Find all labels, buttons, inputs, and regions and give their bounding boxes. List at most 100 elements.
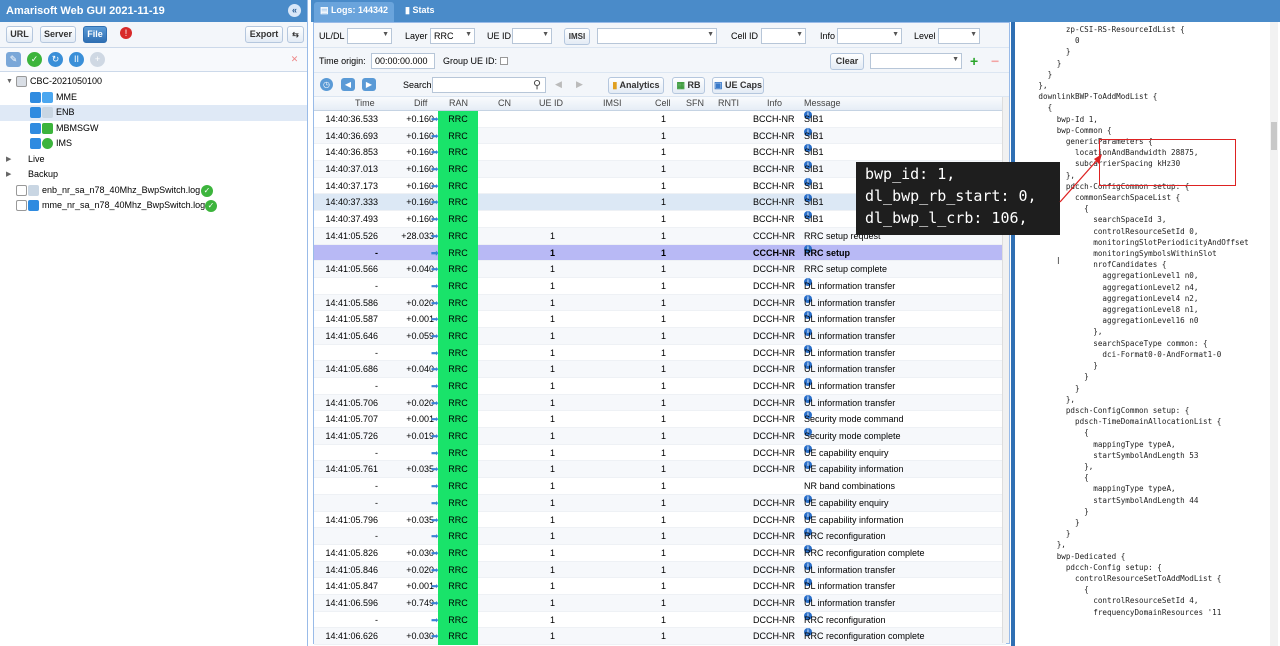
add-icon[interactable]: + [90, 52, 105, 67]
tab-logs[interactable]: ▤ Logs: 144342 [314, 2, 395, 22]
delete-icon[interactable]: ✕ [287, 52, 302, 67]
export-options-icon[interactable]: ⇆ [287, 26, 304, 43]
tree-node-enb[interactable]: ENB [0, 105, 307, 121]
table-row[interactable]: 14:40:36.533 +0.160 ➡ RRC 1 BCCH-NR i SIB1 [314, 111, 1006, 128]
expand-arrow-icon[interactable]: ▼ [6, 74, 13, 89]
table-row[interactable]: - ➡ RRC 1 1 DCCH-NR i RRC reconfiguration [314, 528, 1006, 545]
table-row[interactable]: 14:41:05.726 +0.019 ➡ RRC 1 1 DCCH-NR i Security… [314, 428, 1006, 445]
table-row[interactable]: 14:41:05.846 +0.020 ➡ RRC 1 1 DCCH-NR i UL infor… [314, 561, 1006, 579]
table-row[interactable]: - ➡ RRC 1 1 DCCH-NR i UE capability enquiry [314, 494, 1006, 512]
cell-info: CCCH-NR [753, 247, 795, 258]
analytics-button[interactable]: ▮ Analytics [608, 77, 664, 94]
expand-arrow-icon[interactable]: ▶ [6, 167, 11, 182]
uecaps-button[interactable]: ▣ UE Caps [712, 77, 764, 94]
table-row[interactable]: 14:41:05.826 +0.030 ➡ RRC 1 1 DCCH-NR i RRC reco… [314, 544, 1006, 562]
next-icon[interactable]: ▶ [362, 78, 376, 91]
remove-filter-icon[interactable]: − [991, 53, 999, 69]
col-time[interactable]: Time [355, 98, 375, 108]
table-row[interactable]: - ➡ RRC 1 1 DCCH-NR i DL information transfer [314, 277, 1006, 295]
binoculars-icon[interactable]: ⚲ [533, 78, 541, 91]
clock-icon[interactable]: ◷ [320, 78, 333, 91]
table-row[interactable]: 14:41:06.596 +0.749 ➡ RRC 1 1 DCCH-NR i UL infor… [314, 594, 1006, 612]
col-message[interactable]: Message [804, 98, 841, 108]
group-ueid-checkbox[interactable] [500, 57, 508, 65]
server-button[interactable]: Server [40, 26, 76, 43]
file-icon [16, 200, 27, 211]
code-line: aggregationLevel8 n1, [1011, 305, 1199, 315]
message-detail-panel: zp-CSI-RS-ResourceIdList { 0 } } } }, do… [1011, 22, 1280, 646]
info-select[interactable]: ▼ [837, 28, 902, 44]
expand-arrow-icon[interactable]: ▶ [6, 152, 11, 167]
table-row[interactable]: 14:41:05.707 +0.001 ➡ RRC 1 1 DCCH-NR i Security… [314, 411, 1006, 429]
table-row[interactable]: 14:41:05.646 +0.059 ➡ RRC 1 1 DCCH-NR i UL infor… [314, 327, 1006, 345]
table-row[interactable]: - ➡ RRC 1 1 DCCH-NR i UE capability enquiry [314, 444, 1006, 462]
table-row[interactable]: 14:40:36.853 +0.160 ➡ RRC 1 BCCH-NR i SIB1 [314, 144, 1006, 162]
detail-scrollbar[interactable] [1270, 22, 1278, 646]
connect-icon[interactable]: ✎ [6, 52, 21, 67]
file-button[interactable]: File [83, 26, 107, 43]
table-row[interactable]: - ➡ RRC 1 1 DCCH-NR i DL information transfer [314, 344, 1006, 362]
col-ran[interactable]: RAN [449, 98, 468, 108]
col-rnti[interactable]: RNTI [718, 98, 739, 108]
layer-select[interactable]: RRC ▼ [430, 28, 475, 44]
col-imsi[interactable]: IMSI [603, 98, 622, 108]
collapse-icon[interactable]: « [288, 4, 301, 17]
tree-node-enb-log[interactable]: enb_nr_sa_n78_40Mhz_BwpSwitch.log ✓ [0, 183, 307, 199]
table-row[interactable]: 14:41:05.586 +0.020 ➡ RRC 1 1 DCCH-NR i UL infor… [314, 294, 1006, 312]
col-cell[interactable]: Cell [655, 98, 671, 108]
cellid-select[interactable]: ▼ [761, 28, 806, 44]
code-line: pdsch-ConfigCommon setup: { [1011, 405, 1190, 415]
cell-time: - [375, 531, 378, 542]
ueid-select[interactable]: ▼ [512, 28, 552, 44]
col-cn[interactable]: CN [498, 98, 511, 108]
level-select[interactable]: ▼ [938, 28, 980, 44]
tree-node-mme[interactable]: MME [0, 90, 307, 106]
uldl-select[interactable]: ▼ [347, 28, 392, 44]
refresh-icon[interactable]: ↻ [48, 52, 63, 67]
tree-node-mbmsgw[interactable]: MBMSGW [0, 121, 307, 137]
error-icon[interactable]: ! [120, 27, 132, 39]
clear-button[interactable]: Clear [830, 53, 864, 70]
add-filter-icon[interactable]: + [970, 53, 978, 69]
tree-node-backup[interactable]: ▶ Backup [0, 167, 307, 183]
export-button[interactable]: Export [245, 26, 283, 43]
table-row[interactable]: - ➡ RRC 1 1 DCCH-NR i UL information transfer [314, 378, 1006, 395]
search-input[interactable] [432, 77, 546, 93]
tree-node-mme-log[interactable]: mme_nr_sa_n78_40Mhz_BwpSwitch.log ✓ [0, 198, 307, 214]
code-line: downlinkBWP-ToAddModList { [1011, 92, 1158, 102]
tree-node-live[interactable]: ▶ Live [0, 152, 307, 168]
col-diff[interactable]: Diff [414, 98, 427, 108]
search-next-icon[interactable]: ▶ [576, 79, 583, 90]
scroll-thumb[interactable] [1271, 122, 1277, 150]
start-icon[interactable]: ✓ [27, 52, 42, 67]
table-row[interactable]: 14:41:05.761 +0.035 ➡ RRC 1 1 DCCH-NR i UE capab… [314, 461, 1006, 479]
table-row[interactable]: - ➡ RRC 1 1 NR band combinations [314, 478, 1006, 495]
table-row[interactable]: 14:40:36.693 +0.160 ➡ RRC 1 BCCH-NR i SIB1 [314, 127, 1006, 145]
cell-diff: +0.035 [406, 514, 434, 525]
col-ueid[interactable]: UE ID [539, 98, 563, 108]
table-row[interactable]: 14:41:05.587 +0.001 ➡ RRC 1 1 DCCH-NR i DL infor… [314, 311, 1006, 328]
col-info[interactable]: Info [767, 98, 782, 108]
rb-button[interactable]: ▦ RB [672, 77, 705, 94]
table-row[interactable]: 14:41:05.847 +0.001 ➡ RRC 1 1 DCCH-NR i DL infor… [314, 578, 1006, 595]
cell-ran: RRC [438, 327, 478, 345]
table-row[interactable]: 14:41:05.796 +0.035 ➡ RRC 1 1 DCCH-NR i UE capab… [314, 511, 1006, 529]
table-row[interactable]: 14:41:05.566 +0.040 ➡ RRC 1 1 DCCH-NR RRC setup… [314, 261, 1006, 278]
table-row[interactable]: - ➡ RRC 1 1 CCCH-NR i RRC setup [314, 244, 1006, 262]
table-row[interactable]: - ➡ RRC 1 1 DCCH-NR i RRC reconfiguration [314, 611, 1006, 629]
url-button[interactable]: URL [6, 26, 33, 43]
prev-icon[interactable]: ◀ [341, 78, 355, 91]
tree-node-ims[interactable]: IMS [0, 136, 307, 152]
search-prev-icon[interactable]: ◀ [555, 79, 562, 90]
table-row[interactable]: 14:41:06.626 +0.030 ➡ RRC 1 1 DCCH-NR i RRC reco… [314, 628, 1006, 645]
table-row[interactable]: 14:41:05.686 +0.040 ➡ RRC 1 1 DCCH-NR i UL infor… [314, 361, 1006, 378]
clear-select[interactable]: ▼ [870, 53, 962, 69]
pause-icon[interactable]: II [69, 52, 84, 67]
table-row[interactable]: 14:41:05.706 +0.020 ➡ RRC 1 1 DCCH-NR i UL infor… [314, 394, 1006, 412]
time-origin-input[interactable]: 00:00:00.000 [371, 53, 435, 69]
imsi-button[interactable]: IMSI [564, 28, 590, 45]
tree-node-root[interactable]: ▼ CBC-2021050100 [0, 74, 307, 90]
tab-stats[interactable]: ▮ Stats [399, 2, 440, 22]
col-sfn[interactable]: SFN [686, 98, 704, 108]
imsi-select[interactable]: ▼ [597, 28, 717, 44]
